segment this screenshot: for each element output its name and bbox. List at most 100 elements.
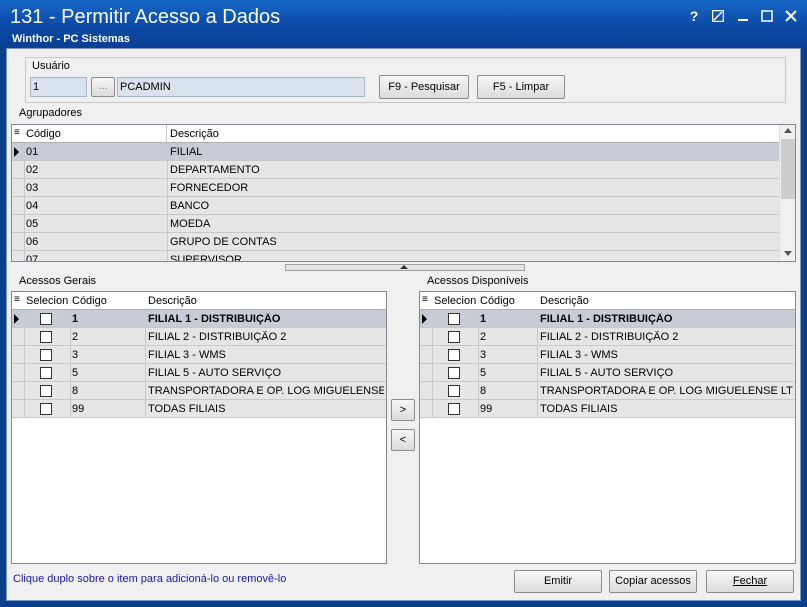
table-row[interactable]: 07 SUPERVISOR [12, 251, 779, 262]
cell-descricao: FILIAL 2 - DISTRIBUIÇÃO 2 [148, 331, 287, 343]
row-checkbox[interactable] [448, 403, 460, 415]
close-icon[interactable] [781, 6, 801, 26]
cell-descricao: FILIAL 5 - AUTO SERVIÇO [540, 367, 674, 379]
table-row[interactable]: 05 MOEDA [12, 215, 779, 233]
row-checkbox[interactable] [40, 367, 52, 379]
maximize-icon[interactable] [757, 6, 777, 26]
window-title: 131 - Permitir Acesso a Dados [10, 6, 281, 28]
current-row-indicator-icon [14, 314, 19, 324]
usuario-lookup-button[interactable]: ... [91, 77, 115, 97]
chevron-up-icon [400, 265, 408, 269]
cell-descricao: MOEDA [170, 218, 211, 230]
search-button[interactable]: F9 - Pesquisar [379, 75, 469, 99]
cell-codigo: 99 [480, 403, 493, 415]
table-row[interactable]: 8 TRANSPORTADORA E OP. LOG MIGUELENSE LTD… [12, 382, 386, 400]
row-checkbox[interactable] [40, 313, 52, 325]
cell-codigo: 5 [72, 367, 79, 379]
table-row[interactable]: 1 FILIAL 1 - DISTRIBUIÇÃO [420, 310, 795, 328]
cell-descricao: FILIAL 3 - WMS [540, 349, 618, 361]
splitter-handle[interactable] [285, 264, 525, 271]
col-codigo[interactable]: Código [26, 128, 61, 140]
cell-codigo: 07 [26, 254, 39, 262]
fechar-button[interactable]: Fechar [706, 570, 794, 593]
usuario-label: Usuário [32, 60, 70, 72]
emitir-button[interactable]: Emitir [514, 570, 602, 593]
agrupadores-scroll-thumb[interactable] [781, 139, 795, 199]
row-checkbox[interactable] [448, 349, 460, 361]
row-checkbox[interactable] [448, 313, 460, 325]
row-checkbox[interactable] [448, 367, 460, 379]
table-row[interactable]: 5 FILIAL 5 - AUTO SERVIÇO [12, 364, 386, 382]
table-row[interactable]: 99 TODAS FILIAIS [420, 400, 795, 418]
row-checkbox[interactable] [40, 385, 52, 397]
col-codigo[interactable]: Código [480, 295, 515, 307]
cell-codigo: 05 [26, 218, 39, 230]
remove-access-button[interactable]: < [391, 429, 415, 451]
row-checkbox[interactable] [40, 331, 52, 343]
footer-hint: Clique duplo sobre o item para adicioná-… [13, 573, 287, 585]
table-row[interactable]: 02 DEPARTAMENTO [12, 161, 779, 179]
table-row[interactable]: 5 FILIAL 5 - AUTO SERVIÇO [420, 364, 795, 382]
add-access-button[interactable]: > [391, 399, 415, 421]
table-row[interactable]: 03 FORNECEDOR [12, 179, 779, 197]
cell-descricao: TRANSPORTADORA E OP. LOG MIGUELENSE LTDA [148, 385, 384, 397]
usuario-name-field[interactable]: PCADMIN [117, 77, 365, 97]
table-row[interactable]: 2 FILIAL 2 - DISTRIBUIÇÃO 2 [420, 328, 795, 346]
cell-codigo: 2 [480, 331, 487, 343]
acessos-disponiveis-grid[interactable]: ≡ Selecion Código Descrição 1 FILIAL 1 - … [419, 291, 796, 564]
cell-codigo: 3 [480, 349, 487, 361]
col-seleciona[interactable]: Seleciona [26, 295, 68, 307]
table-row[interactable]: 2 FILIAL 2 - DISTRIBUIÇÃO 2 [12, 328, 386, 346]
cell-codigo: 5 [480, 367, 487, 379]
copiar-acessos-button[interactable]: Copiar acessos [609, 570, 697, 593]
col-codigo[interactable]: Código [72, 295, 107, 307]
minimize-icon[interactable] [733, 6, 753, 26]
cell-descricao: TODAS FILIAIS [540, 403, 618, 415]
cell-descricao: TRANSPORTADORA E OP. LOG MIGUELENSE LTDA [540, 385, 793, 397]
col-descricao[interactable]: Descrição [540, 295, 589, 307]
column-menu-icon[interactable]: ≡ [14, 294, 20, 305]
column-menu-icon[interactable]: ≡ [14, 127, 20, 138]
col-descricao[interactable]: Descrição [148, 295, 197, 307]
cell-descricao: FILIAL 1 - DISTRIBUIÇÃO [148, 313, 281, 325]
cell-codigo: 01 [26, 146, 39, 158]
clear-button[interactable]: F5 - Limpar [477, 75, 565, 99]
usuario-code-field[interactable]: 1 [30, 77, 87, 97]
current-row-indicator-icon [14, 147, 19, 157]
help-icon[interactable]: ? [684, 6, 704, 26]
cell-descricao: TODAS FILIAIS [148, 403, 226, 415]
cell-codigo: 06 [26, 236, 39, 248]
cell-descricao: DEPARTAMENTO [170, 164, 260, 176]
row-checkbox[interactable] [448, 331, 460, 343]
cell-descricao: FILIAL 1 - DISTRIBUIÇÃO [540, 313, 673, 325]
restore-icon[interactable] [708, 6, 728, 26]
current-row-indicator-icon [422, 314, 427, 324]
table-row[interactable]: 8 TRANSPORTADORA E OP. LOG MIGUELENSE LTD… [420, 382, 795, 400]
table-row[interactable]: 3 FILIAL 3 - WMS [12, 346, 386, 364]
acessos-gerais-grid[interactable]: ≡ Seleciona Código Descrição 1 FILIAL 1 -… [11, 291, 387, 564]
table-row[interactable]: 1 FILIAL 1 - DISTRIBUIÇÃO [12, 310, 386, 328]
agrupadores-scrollbar[interactable] [779, 125, 795, 261]
col-descricao[interactable]: Descrição [170, 128, 219, 140]
cell-descricao: GRUPO DE CONTAS [170, 236, 277, 248]
table-row[interactable]: 04 BANCO [12, 197, 779, 215]
col-seleciona[interactable]: Selecion [434, 295, 476, 307]
agrupadores-header: ≡ Código Descrição [12, 125, 795, 143]
cell-descricao: FORNECEDOR [170, 182, 249, 194]
table-row[interactable]: 01 FILIAL [12, 143, 779, 161]
row-checkbox[interactable] [40, 403, 52, 415]
acessos-disponiveis-label: Acessos Disponíveis [427, 275, 529, 287]
table-row[interactable]: 06 GRUPO DE CONTAS [12, 233, 779, 251]
cell-codigo: 99 [72, 403, 85, 415]
acessos-gerais-label: Acessos Gerais [19, 275, 97, 287]
agrupadores-grid[interactable]: ≡ Código Descrição 01 FILIAL 02 DEPARTAMENT… [11, 124, 796, 262]
table-row[interactable]: 3 FILIAL 3 - WMS [420, 346, 795, 364]
app-window: 131 - Permitir Acesso a Dados Winthor - … [0, 0, 807, 607]
row-checkbox[interactable] [448, 385, 460, 397]
column-menu-icon[interactable]: ≡ [422, 294, 428, 305]
table-row[interactable]: 99 TODAS FILIAIS [12, 400, 386, 418]
row-checkbox[interactable] [40, 349, 52, 361]
cell-codigo: 8 [72, 385, 79, 397]
client-area: Usuário 1 ... PCADMIN F9 - Pesquisar F5 … [6, 48, 801, 601]
cell-codigo: 8 [480, 385, 487, 397]
